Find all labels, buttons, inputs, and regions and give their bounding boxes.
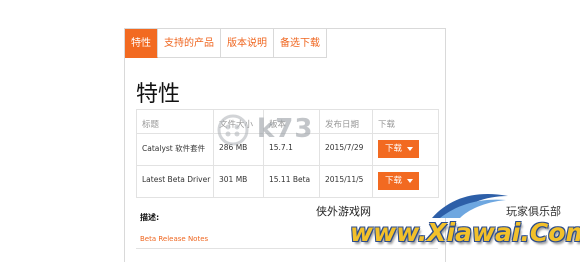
download-button-label: 下载 [385,144,403,154]
column-header-title: 标题 [136,109,214,134]
watermark-text: k73 [257,114,314,144]
description-label: 描述: [140,213,160,222]
cell-title: Latest Beta Driver [136,165,214,198]
tab-bar: 特性 支持的产品 版本说明 备选下载 [125,29,327,58]
download-button[interactable]: 下载 [378,172,420,190]
watermark-tagline: 玩家俱乐部 [506,205,561,218]
gamepad-icon [217,114,249,146]
cell-title: Catalyst 软件套件 [136,133,214,166]
column-header-download: 下载 [372,109,439,134]
cell-date: 2015/11/5 [319,165,373,198]
xiawai-logo-swoosh [432,194,508,218]
tab-release-notes[interactable]: 版本说明 [221,29,274,58]
caret-down-icon [407,146,414,151]
cell-size: 301 MB [213,165,264,198]
watermark-site-en: www.Xiawai.Com [350,218,580,247]
tab-features[interactable]: 特性 [125,29,158,58]
k73-watermark: k73 [215,110,375,150]
cell-download: 下载 [372,133,439,166]
tab-supported-products[interactable]: 支持的产品 [158,29,221,58]
page-title: 特性 [136,82,181,107]
table-row: Latest Beta Driver 301 MB 15.11 Beta 201… [136,165,439,198]
tab-alternate-downloads[interactable]: 备选下载 [274,29,327,58]
download-button-label: 下载 [385,176,403,186]
cell-download: 下载 [372,165,439,198]
divider [136,248,438,249]
cell-version: 15.11 Beta [263,165,320,198]
download-button[interactable]: 下载 [378,140,420,158]
release-notes-link[interactable]: Beta Release Notes [140,235,208,243]
watermark-site-cn: 侠外游戏网 [316,205,371,218]
caret-down-icon [407,178,414,183]
